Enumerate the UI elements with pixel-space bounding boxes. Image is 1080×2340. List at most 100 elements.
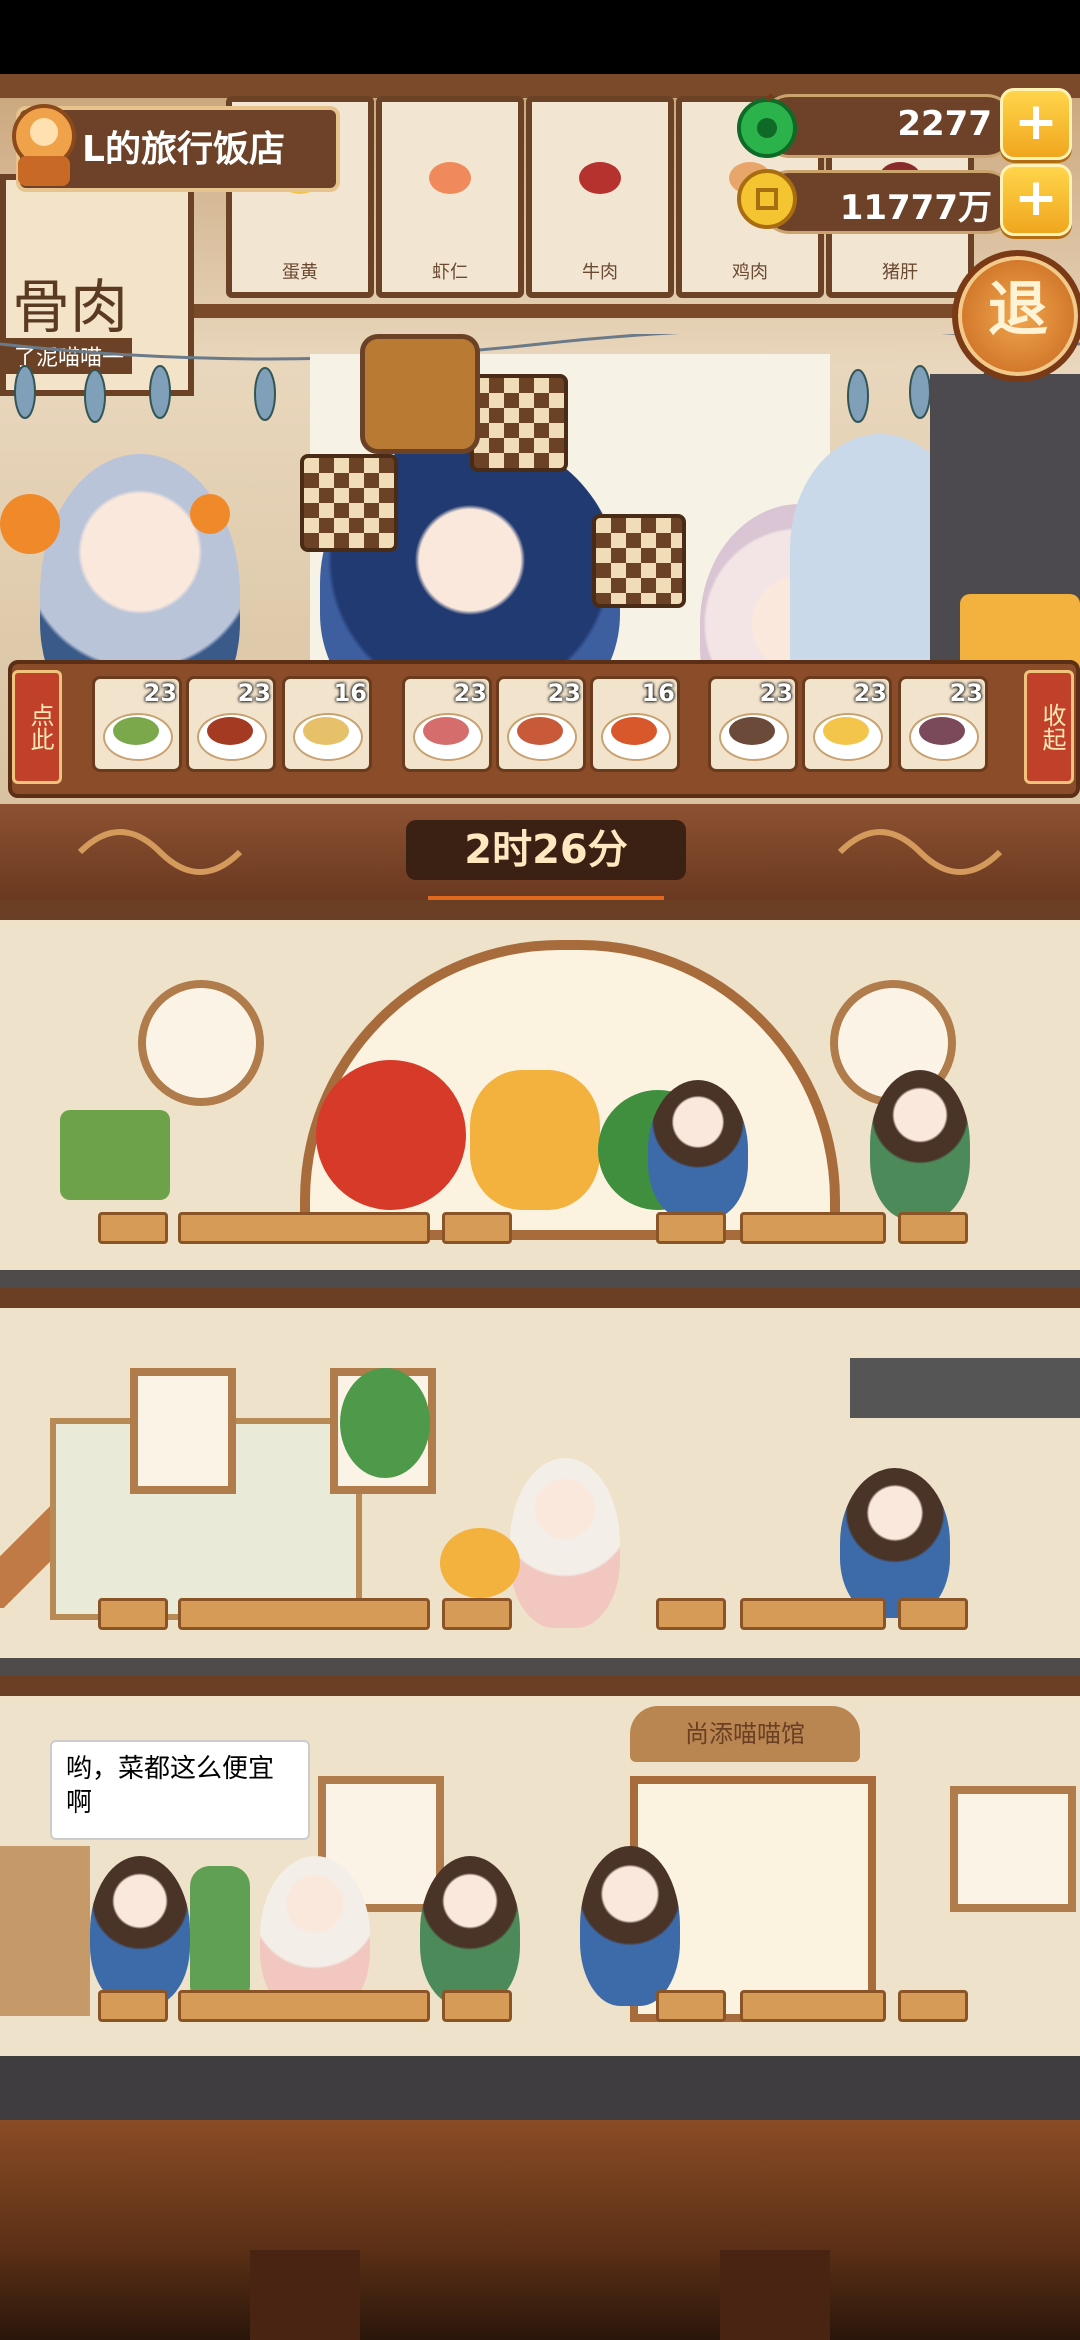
menu-board-beef: 牛肉 (526, 96, 674, 298)
customer[interactable] (840, 1468, 950, 1618)
table[interactable] (740, 1212, 886, 1244)
customer[interactable] (420, 1856, 520, 2006)
menu-board-label: 猪肝 (882, 262, 918, 283)
dish-icon (729, 717, 775, 745)
status-bar (0, 0, 1080, 74)
checker-block (592, 514, 686, 608)
plant-decor (340, 1368, 430, 1478)
table[interactable] (442, 1990, 512, 2022)
table[interactable] (98, 1598, 168, 1630)
table[interactable] (898, 1598, 968, 1630)
dish-slot[interactable]: 16 (590, 676, 680, 772)
dish-icon (919, 717, 965, 745)
menu-board-shrimp: 虾仁 (376, 96, 524, 298)
dish-count: 23 (949, 679, 983, 707)
checker-block (470, 374, 568, 472)
counter-leg (720, 2250, 830, 2340)
dish-icon (611, 717, 657, 745)
table[interactable] (740, 1598, 886, 1630)
table[interactable] (178, 1598, 430, 1630)
table[interactable] (98, 1212, 168, 1244)
dish-count: 16 (641, 679, 675, 707)
exit-button[interactable]: 退 (952, 250, 1080, 382)
timer-label: 2时26分 (406, 820, 686, 880)
table[interactable] (656, 1598, 726, 1630)
jade-currency-value: 2277 (897, 104, 992, 144)
gear-box (360, 334, 480, 454)
floor-2 (0, 1288, 1080, 1658)
menu-board-label: 蛋黄 (282, 262, 318, 283)
dish-slot[interactable]: 23 (402, 676, 492, 772)
shelf (0, 1846, 90, 2016)
table[interactable] (442, 1598, 512, 1630)
table[interactable] (178, 1212, 430, 1244)
yarn-ball (440, 1528, 520, 1598)
dish-slot[interactable]: 23 (708, 676, 798, 772)
customer[interactable] (648, 1080, 748, 1220)
floor-3: 尚添喵喵馆 (0, 1676, 1080, 2056)
floor-divider (0, 1270, 1080, 1288)
left-sign-text: 骨肉 (12, 273, 129, 341)
pineapple-house (470, 1070, 600, 1210)
add-jade-button[interactable]: + (1000, 88, 1072, 160)
round-window (138, 980, 264, 1106)
dish-count: 23 (547, 679, 581, 707)
window (130, 1368, 236, 1494)
dish-slot[interactable]: 23 (898, 676, 988, 772)
shrimp-icon (429, 162, 471, 194)
add-gold-button[interactable]: + (1000, 164, 1072, 236)
customer[interactable] (90, 1856, 190, 2006)
dish-slot[interactable]: 23 (802, 676, 892, 772)
dish-slot[interactable]: 23 (92, 676, 182, 772)
counter-leg (250, 2250, 360, 2340)
table[interactable] (98, 1990, 168, 2022)
customer[interactable] (870, 1070, 970, 1220)
dish-count: 23 (759, 679, 793, 707)
chef-avatar-icon[interactable] (4, 96, 88, 192)
table[interactable] (656, 1990, 726, 2022)
beef-icon (579, 162, 621, 194)
orange-decor (190, 494, 230, 534)
dish-count: 23 (143, 679, 177, 707)
dish-slot[interactable]: 23 (186, 676, 276, 772)
menu-board-label: 鸡肉 (732, 262, 768, 283)
menu-board-label: 牛肉 (582, 262, 618, 283)
apple-house (316, 1060, 466, 1210)
restaurant-name: L的旅行饭店 (82, 129, 285, 170)
dish-icon (207, 717, 253, 745)
checker-block (300, 454, 398, 552)
table[interactable] (656, 1212, 726, 1244)
window (950, 1786, 1076, 1912)
floor-1 (0, 900, 1080, 1270)
dish-icon (517, 717, 563, 745)
floor-divider (0, 2056, 1080, 2120)
gold-coin-icon (734, 166, 800, 232)
dish-count: 23 (453, 679, 487, 707)
dish-icon (823, 717, 869, 745)
order-tab[interactable]: 点此 (12, 670, 62, 784)
table[interactable] (740, 1990, 886, 2022)
customer[interactable] (580, 1846, 680, 2006)
table[interactable] (442, 1212, 512, 1244)
shop-sign: 尚添喵喵馆 (630, 1706, 860, 1762)
table[interactable] (178, 1990, 430, 2022)
dish-icon (303, 717, 349, 745)
roof-decor (850, 1358, 1080, 1418)
cactus-decor (190, 1866, 250, 2006)
dish-count: 23 (237, 679, 271, 707)
dish-icon (113, 717, 159, 745)
table[interactable] (898, 1212, 968, 1244)
dish-count: 23 (853, 679, 887, 707)
dish-count: 16 (333, 679, 367, 707)
dish-slot[interactable]: 16 (282, 676, 372, 772)
collapse-tab[interactable]: 收起 (1024, 670, 1074, 784)
bottom-counter (0, 2120, 1080, 2340)
floor-divider (0, 1658, 1080, 1676)
gold-currency-value: 11777万 (839, 188, 992, 228)
dish-slot[interactable]: 23 (496, 676, 586, 772)
orange-decor (0, 494, 60, 554)
jade-coin-icon (734, 92, 800, 158)
cat-waiter[interactable] (510, 1458, 620, 1628)
cushion-decor (60, 1110, 170, 1200)
table[interactable] (898, 1990, 968, 2022)
